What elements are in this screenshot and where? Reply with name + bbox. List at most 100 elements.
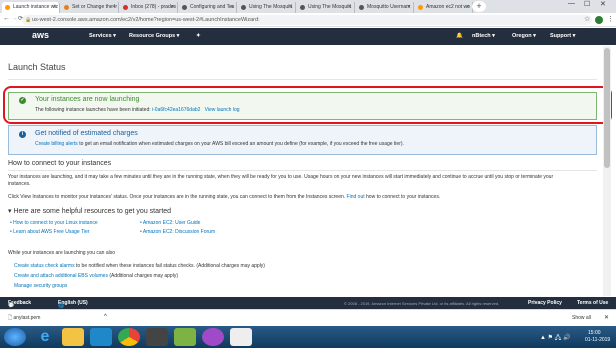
view-instances-paragraph: Click View Instances to monitor your ins… [8, 194, 440, 200]
windows-taskbar: e ▲ ⚑ 🖧 🔊 15:00 01-11-2019 [0, 326, 616, 348]
start-button[interactable] [4, 328, 26, 346]
resources-heading: ▾ Here are some helpful resources to get… [8, 207, 171, 215]
browser-tab[interactable]: Using The Mosquitt ✕ [238, 2, 296, 13]
clock-date: 01-11-2019 [585, 337, 611, 343]
show-all-button[interactable]: Show all [572, 315, 591, 321]
resource-link[interactable]: • Amazon EC2: User Guide [140, 220, 200, 226]
status-alarms-link[interactable]: Create status check alarms [14, 263, 75, 269]
highlight-annotation [3, 86, 612, 124]
close-downloads-icon[interactable]: ✕ [604, 314, 609, 321]
tab-label: Configuring and Tes [190, 4, 235, 10]
info-subtext: Create billing alerts to get an email no… [35, 141, 404, 147]
back-icon[interactable]: ← [3, 15, 10, 22]
resource-link[interactable]: • Amazon EC2: Discussion Forum [140, 229, 215, 235]
app-icon[interactable] [146, 328, 168, 346]
support-label: Support [550, 33, 572, 39]
download-item[interactable]: 🗋 anylast.pem [8, 315, 40, 323]
favicon-icon [241, 5, 246, 10]
aws-logo[interactable]: aws [32, 30, 49, 40]
info-text: to get an email notification when estima… [79, 141, 404, 147]
profile-avatar[interactable] [595, 16, 603, 24]
resource-link[interactable]: • How to connect to your Linux instance [10, 220, 98, 226]
favicon-icon [300, 5, 305, 10]
browser-tab[interactable]: Amazon ec2 not wo ✕ [415, 2, 473, 13]
feedback-button[interactable]: 💬 Feedback [8, 300, 31, 309]
browser-tab[interactable]: Mosquitto Usernam ✕ [356, 2, 414, 13]
bell-icon[interactable]: 🔔 [456, 33, 463, 39]
favicon-icon [359, 5, 364, 10]
close-window-icon[interactable]: ✕ [600, 0, 606, 8]
close-tab-icon[interactable]: ✕ [407, 2, 411, 13]
find-out-link[interactable]: Find out [347, 194, 365, 200]
also-item: Create and attach additional EBS volumes… [14, 273, 178, 279]
close-tab-icon[interactable]: ✕ [53, 2, 57, 13]
browser-tab[interactable]: Launch instance wiz ✕ [2, 2, 60, 13]
close-tab-icon[interactable]: ✕ [171, 2, 175, 13]
support-menu[interactable]: Support ▾ [550, 33, 575, 39]
close-tab-icon[interactable]: ✕ [289, 2, 293, 13]
app-icon[interactable] [230, 328, 252, 346]
tab-label: Launch instance wiz [13, 4, 59, 10]
view-instances-text: Click View Instances to monitor your ins… [8, 194, 346, 200]
tray-icons[interactable]: ▲ ⚑ 🖧 🔊 [540, 333, 570, 343]
close-tab-icon[interactable]: ✕ [230, 2, 234, 13]
user-menu[interactable]: nBtech ▾ [472, 33, 495, 39]
also-item-text: to be notified when these instances fail… [75, 263, 265, 269]
aws-favicon-icon [418, 5, 423, 10]
resources-heading-text: Here are some helpful resources to get y… [13, 208, 172, 215]
aws-favicon-icon [5, 5, 10, 10]
user-label: nBtech [472, 33, 491, 39]
tab-strip: Launch instance wiz ✕ Set or Change the I… [0, 0, 616, 13]
info-title: Get notified of estimated charges [35, 130, 138, 137]
new-tab-button[interactable]: + [472, 1, 486, 12]
chevron-up-icon[interactable]: ^ [104, 314, 107, 320]
resource-link[interactable]: • Learn about AWS Free Usage Tier [10, 229, 89, 235]
chrome-icon[interactable] [118, 328, 140, 346]
close-tab-icon[interactable]: ✕ [112, 2, 116, 13]
terms-link[interactable]: Terms of Use [577, 300, 608, 306]
ebs-volumes-link[interactable]: Create and attach additional EBS volumes [14, 273, 108, 279]
app-icon[interactable] [202, 328, 224, 346]
browser-tab[interactable]: Using The Mosquitt ✕ [297, 2, 355, 13]
bookmark-star-icon[interactable]: ☆ [584, 15, 590, 23]
explorer-icon[interactable] [62, 328, 84, 346]
copyright-text: © 2008 - 2019, Amazon Internet Services … [344, 301, 500, 306]
downloads-bar: 🗋 anylast.pem ^ Show all ✕ [0, 309, 616, 326]
url-input[interactable]: 🔒 us-west-2.console.aws.amazon.com/ec2/v2… [22, 15, 592, 25]
resource-groups-menu[interactable]: Resource Groups ▾ [129, 33, 179, 39]
scrollbar-thumb[interactable] [604, 48, 610, 168]
tab-label: Using The Mosquitt [249, 4, 292, 10]
services-menu[interactable]: Services ▾ [89, 33, 116, 39]
security-groups-link[interactable]: Manage security groups [14, 283, 67, 289]
pin-icon[interactable]: ✦ [196, 33, 201, 39]
ie-icon[interactable]: e [34, 328, 56, 346]
connect-paragraph: Your instances are launching, and it may… [8, 174, 554, 180]
address-bar-row: ← → ⟳ 🔒 us-west-2.console.aws.amazon.com/… [0, 13, 616, 27]
connect-paragraph-end: instances. [8, 181, 31, 187]
connect-heading: How to connect to your instances [8, 160, 112, 167]
tab-label: Set or Change the Ir [72, 4, 118, 10]
caret-down-icon[interactable]: ▾ [8, 208, 12, 215]
menu-icon[interactable]: ⋮ [607, 15, 614, 23]
browser-tab[interactable]: Inbox (278) - prades ✕ [120, 2, 178, 13]
close-tab-icon[interactable]: ✕ [348, 2, 352, 13]
browser-tab[interactable]: Configuring and Tes ✕ [179, 2, 237, 13]
maximize-icon[interactable]: ☐ [584, 0, 590, 8]
page-title: Launch Status [8, 62, 66, 72]
app-icon[interactable] [174, 328, 196, 346]
close-tab-icon[interactable]: ✕ [466, 2, 470, 13]
forward-icon[interactable]: → [11, 15, 18, 22]
favicon-icon [64, 5, 69, 10]
create-billing-alerts-link[interactable]: Create billing alerts [35, 141, 78, 147]
clock-time: 15:00 [588, 330, 601, 336]
region-menu[interactable]: Oregon ▾ [512, 33, 536, 39]
favicon-icon [182, 5, 187, 10]
language-selector[interactable]: 🌐 English (US) [58, 300, 88, 309]
minimize-icon[interactable]: — [568, 0, 575, 7]
privacy-link[interactable]: Privacy Policy [528, 300, 562, 306]
browser-tab[interactable]: Set or Change the Ir ✕ [61, 2, 119, 13]
also-item: Manage security groups [14, 283, 67, 289]
media-player-icon[interactable] [90, 328, 112, 346]
tab-label: Mosquitto Usernam [367, 4, 411, 10]
services-label: Services [89, 33, 112, 39]
